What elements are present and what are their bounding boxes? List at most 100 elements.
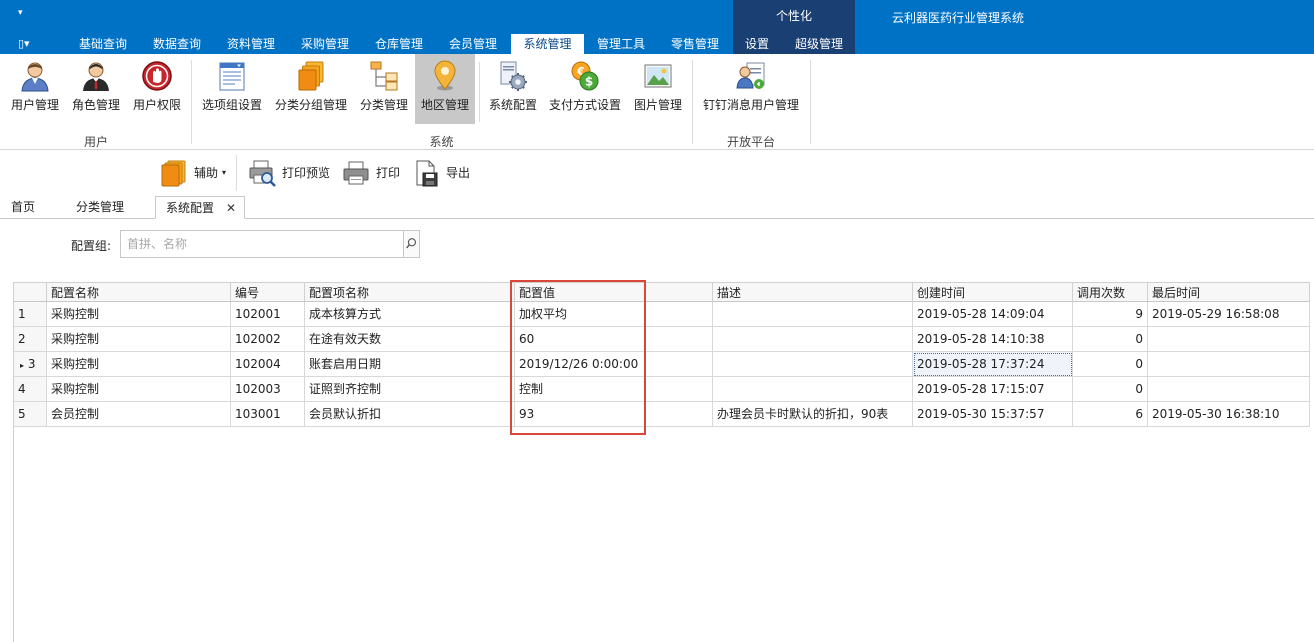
cell-description[interactable]	[713, 302, 913, 327]
print-button[interactable]: 打印	[342, 157, 402, 189]
cell-config-item-name[interactable]: 成本核算方式	[305, 302, 515, 327]
cell-config-item-name[interactable]: 证照到齐控制	[305, 377, 515, 402]
option-group-settings-button[interactable]: 选项组设置	[196, 54, 268, 124]
cell-config-name[interactable]: 采购控制	[47, 302, 231, 327]
title-bar: ▾ 个性化 云利器医药行业管理系统 ▯▾ 基础查询 数据查询 资料管理 采购管理…	[0, 0, 1314, 54]
cell-last-time[interactable]: 2019-05-30 16:38:10	[1148, 402, 1310, 427]
system-config-button[interactable]: 系统配置	[484, 54, 542, 124]
table-row[interactable]: ▸ 3 采购控制 102004 账套启用日期 2019/12/26 0:00:0…	[14, 352, 1310, 377]
config-group-search-input[interactable]	[120, 230, 404, 258]
cell-code[interactable]: 102003	[231, 377, 305, 402]
export-button[interactable]: 导出	[412, 157, 472, 189]
dingtalk-user-icon	[736, 62, 765, 89]
table-row[interactable]: 1 采购控制 102001 成本核算方式 加权平均 2019-05-28 14:…	[14, 302, 1310, 327]
print-preview-button[interactable]: 打印预览	[248, 157, 332, 189]
cell-call-count[interactable]: 0	[1073, 327, 1148, 352]
column-header-description[interactable]: 描述	[713, 282, 913, 302]
cell-description[interactable]	[713, 377, 913, 402]
cell-last-time[interactable]	[1148, 352, 1310, 377]
config-data-grid: 配置名称 编号 配置项名称 配置值 描述 创建时间 调用次数 最后时间 1 采购…	[13, 282, 1310, 642]
cell-created-time[interactable]: 2019-05-30 15:37:57	[913, 402, 1073, 427]
tab-purchase-management[interactable]: 采购管理	[294, 34, 356, 54]
cell-code[interactable]: 103001	[231, 402, 305, 427]
cell-config-value[interactable]: 60	[515, 327, 713, 352]
ribbon: 用户管理 角色管理 用户权限 用户 选项组设置 分类分组管理 分类管理 地区管理…	[0, 54, 1314, 150]
tab-member-management[interactable]: 会员管理	[442, 34, 504, 54]
table-row[interactable]: 5 会员控制 103001 会员默认折扣 93 办理会员卡时默认的折扣，90表 …	[14, 402, 1310, 427]
ribbon-button-label: 系统配置	[488, 98, 537, 112]
close-icon[interactable]: ✕	[226, 197, 236, 220]
cell-code[interactable]: 102002	[231, 327, 305, 352]
cell-description[interactable]	[713, 327, 913, 352]
tab-warehouse-management[interactable]: 仓库管理	[368, 34, 430, 54]
cell-config-value[interactable]: 加权平均	[515, 302, 713, 327]
column-header-created-time[interactable]: 创建时间	[913, 282, 1073, 302]
column-header-config-name[interactable]: 配置名称	[47, 282, 231, 302]
cell-config-value[interactable]: 控制	[515, 377, 713, 402]
quick-access-dropdown-icon[interactable]: ▾	[18, 8, 23, 18]
role-management-button[interactable]: 角色管理	[68, 54, 124, 124]
category-group-management-button[interactable]: 分类分组管理	[271, 54, 351, 124]
cell-code[interactable]: 102004	[231, 352, 305, 377]
cell-description[interactable]	[713, 352, 913, 377]
row-number: 3	[27, 357, 36, 371]
user-icon	[21, 62, 49, 92]
cell-code[interactable]: 102001	[231, 302, 305, 327]
cell-config-value[interactable]: 93	[515, 402, 713, 427]
cell-call-count[interactable]: 6	[1073, 402, 1148, 427]
cell-created-time-focused[interactable]: 2019-05-28 17:37:24	[913, 352, 1073, 377]
cell-created-time[interactable]: 2019-05-28 14:09:04	[913, 302, 1073, 327]
cell-config-name[interactable]: 采购控制	[47, 327, 231, 352]
cell-created-time[interactable]: 2019-05-28 14:10:38	[913, 327, 1073, 352]
user-permission-button[interactable]: 用户权限	[128, 54, 186, 124]
payment-method-settings-button[interactable]: € $ 支付方式设置	[545, 54, 625, 124]
cell-created-time[interactable]: 2019-05-28 17:15:07	[913, 377, 1073, 402]
cell-config-value[interactable]: 2019/12/26 0:00:00	[515, 352, 713, 377]
cell-call-count[interactable]: 0	[1073, 377, 1148, 402]
tab-settings[interactable]: 设置	[739, 34, 775, 54]
picture-management-button[interactable]: 图片管理	[629, 54, 687, 124]
cell-config-name[interactable]: 采购控制	[47, 352, 231, 377]
cell-config-item-name[interactable]: 账套启用日期	[305, 352, 515, 377]
doc-tab-category-management[interactable]: 分类管理	[76, 196, 140, 219]
table-row[interactable]: 2 采购控制 102002 在途有效天数 60 2019-05-28 14:10…	[14, 327, 1310, 352]
region-management-button[interactable]: 地区管理	[415, 54, 475, 124]
search-button[interactable]	[403, 230, 420, 258]
tab-system-management[interactable]: 系统管理	[511, 34, 584, 54]
document-tab-strip: 首页 分类管理 系统配置 ✕	[0, 196, 1314, 219]
app-menu-button[interactable]: ▯▾	[18, 37, 30, 50]
cell-last-time[interactable]	[1148, 327, 1310, 352]
assist-icon	[161, 160, 186, 187]
doc-tab-home[interactable]: 首页	[11, 196, 51, 219]
cell-call-count[interactable]: 0	[1073, 352, 1148, 377]
column-header-code[interactable]: 编号	[231, 282, 305, 302]
cell-last-time[interactable]	[1148, 377, 1310, 402]
doc-tab-system-config[interactable]: 系统配置 ✕	[155, 196, 245, 219]
cell-description[interactable]: 办理会员卡时默认的折扣，90表	[713, 402, 913, 427]
tab-management-tools[interactable]: 管理工具	[590, 34, 652, 54]
dingtalk-message-user-management-button[interactable]: 钉钉消息用户管理	[697, 54, 805, 124]
cell-call-count[interactable]: 9	[1073, 302, 1148, 327]
cell-config-item-name[interactable]: 在途有效天数	[305, 327, 515, 352]
tab-retail-management[interactable]: 零售管理	[664, 34, 726, 54]
location-pin-icon	[434, 60, 456, 91]
category-management-button[interactable]: 分类管理	[355, 54, 413, 124]
user-management-button[interactable]: 用户管理	[6, 54, 64, 124]
tab-data-query[interactable]: 数据查询	[146, 34, 208, 54]
cell-config-name[interactable]: 会员控制	[47, 402, 231, 427]
cell-config-name[interactable]: 采购控制	[47, 377, 231, 402]
column-header-config-item-name[interactable]: 配置项名称	[305, 282, 515, 302]
column-header-call-count[interactable]: 调用次数	[1073, 282, 1148, 302]
tab-data-management[interactable]: 资料管理	[220, 34, 282, 54]
column-header-config-value[interactable]: 配置值	[515, 282, 713, 302]
assist-dropdown-button[interactable]: 辅助 ▾	[160, 157, 230, 189]
cell-last-time[interactable]: 2019-05-29 16:58:08	[1148, 302, 1310, 327]
tab-basic-query[interactable]: 基础查询	[72, 34, 134, 54]
cell-config-item-name[interactable]: 会员默认折扣	[305, 402, 515, 427]
table-row[interactable]: 4 采购控制 102003 证照到齐控制 控制 2019-05-28 17:15…	[14, 377, 1310, 402]
tab-super-management[interactable]: 超级管理	[788, 34, 850, 54]
assist-label: 辅助	[194, 166, 219, 180]
column-header-last-time[interactable]: 最后时间	[1148, 282, 1310, 302]
payment-icon: € $	[571, 61, 599, 91]
ribbon-group-label-open-platform: 开放平台	[726, 135, 775, 149]
